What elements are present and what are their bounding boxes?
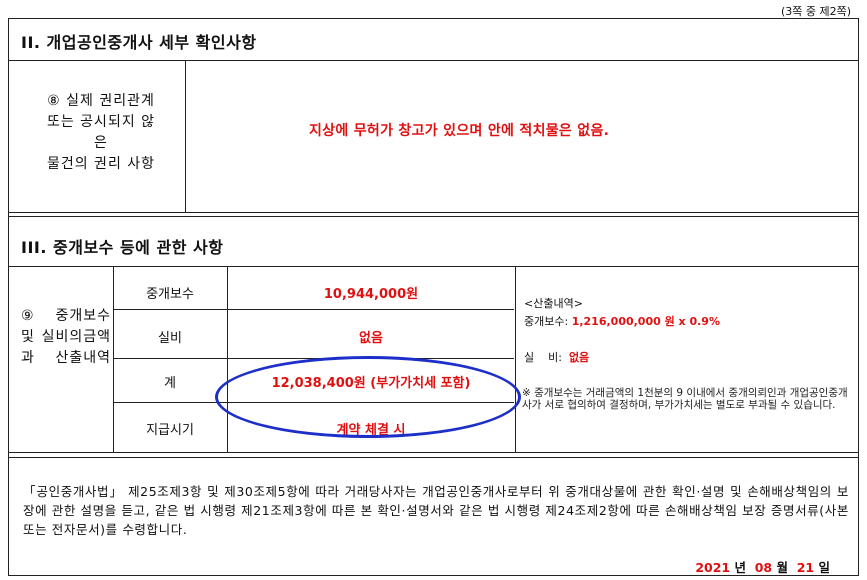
divider	[9, 452, 858, 453]
calculation-fee-value: 1,216,000,000 원 x 0.9%	[571, 315, 720, 328]
date-year-unit: 년	[734, 560, 746, 575]
calculation-expense-value: 없음	[568, 351, 590, 364]
divider	[185, 60, 186, 212]
page-indicator: (3쪽 중 제2쪽)	[780, 5, 851, 18]
divider	[9, 60, 858, 61]
date-day-unit: 일	[818, 560, 830, 575]
expense-label: 실비	[158, 331, 182, 346]
item-8-label-line: 또는 공시되지 않	[46, 114, 156, 130]
item-8-value: 지상에 무허가 창고가 있으며 안에 적치물은 없음.	[309, 123, 610, 139]
date-day: 21	[796, 560, 815, 575]
divider	[9, 266, 858, 267]
date: 2021 년 08 월 21 일	[695, 557, 830, 576]
fee-label: 중개보수	[146, 287, 194, 302]
divider	[9, 457, 858, 458]
item-8-label: ⑧ 실제 권리관계 또는 공시되지 않 은 물건의 권리 사항	[15, 91, 187, 175]
divider	[113, 309, 514, 310]
divider	[9, 216, 858, 217]
calculation-expense-label: 실 비:	[524, 351, 562, 364]
section-2-title: II. 개업공인중개사 세부 확인사항	[21, 33, 257, 52]
item-8-label-line: ⑧ 실제 권리관계	[47, 93, 155, 109]
calculation-fee-label: 중개보수:	[524, 315, 569, 328]
section-3-title: III. 중개보수 등에 관한 사항	[21, 238, 224, 257]
date-month: 08	[754, 560, 773, 575]
date-year: 2021	[695, 560, 731, 575]
divider	[515, 266, 516, 452]
blue-circle-annotation	[215, 356, 521, 438]
calculation-title: <산출내역>	[524, 297, 583, 310]
disclosure-form: II. 개업공인중개사 세부 확인사항 ⑧ 실제 권리관계 또는 공시되지 않 …	[8, 18, 859, 576]
receipt-statement: 「공인중개사법」 제25조제3항 및 제30조제5항에 따라 거래당사자는 개업…	[23, 484, 849, 537]
calculation-fee-line: 중개보수: 1,216,000,000 원 x 0.9%	[524, 313, 720, 329]
calculation-expense-line: 실 비: 없음	[524, 349, 589, 365]
date-month-unit: 월	[776, 560, 788, 575]
item-8-label-line: 물건의 권리 사항	[46, 156, 156, 172]
divider	[9, 212, 858, 213]
fee-value: 10,944,000원	[323, 287, 419, 302]
fee-note: ※ 중개보수는 거래금액의 1천분의 9 이내에서 중개의뢰인과 개업공인중개사…	[522, 387, 848, 411]
item-9-label: ⑨ 중개보수 및 실비의금액과 산출내역	[21, 308, 111, 366]
expense-value: 없음	[359, 331, 383, 346]
item-8-label-line: 은	[94, 135, 108, 151]
payment-timing-label: 지급시기	[146, 423, 194, 438]
total-label: 계	[164, 376, 176, 391]
